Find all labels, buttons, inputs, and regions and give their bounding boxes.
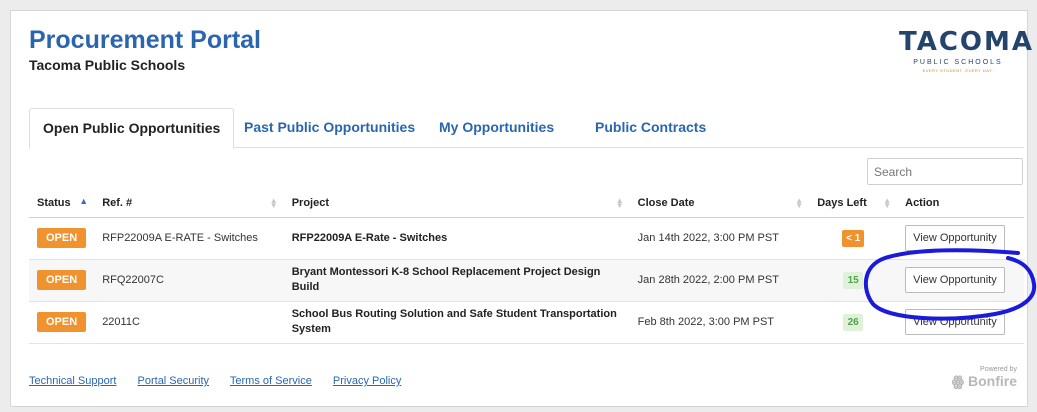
days-left-badge: < 1 xyxy=(842,229,865,247)
powered-by: Powered by ꙮ Bonfire xyxy=(952,366,1017,390)
footer-links: Technical Support Portal Security Terms … xyxy=(29,375,419,387)
page-subtitle: Tacoma Public Schools xyxy=(29,57,186,73)
days-left-badge: 26 xyxy=(843,313,864,331)
sort-icon: ▲ ▼ xyxy=(883,196,892,210)
bonfire-logo: ꙮ Bonfire xyxy=(951,373,1017,389)
project-name: RFP22009A E-Rate - Switches xyxy=(291,231,448,244)
close-date-cell: Jan 14th 2022, 3:00 PM PST xyxy=(629,217,810,260)
logo-subtitle: PUBLIC SCHOOLS xyxy=(913,59,1003,66)
tab-public-contracts[interactable]: Public Contracts xyxy=(582,108,719,149)
sort-icon: ▲ ▼ xyxy=(269,196,278,210)
powered-by-label: Powered by xyxy=(980,366,1017,373)
status-badge: OPEN xyxy=(37,228,87,248)
opportunities-table: Status ▲ Ref. # ▲ ▼ Project ▲ ▼ Close Date ▲ ▼ … xyxy=(29,190,1024,344)
view-opportunity-button[interactable]: View Opportunity xyxy=(905,267,1005,293)
logo-tagline: EVERY STUDENT. EVERY DAY. xyxy=(922,68,994,73)
column-header-days-left[interactable]: Days Left ▲ ▼ xyxy=(809,190,898,218)
technical-support-link[interactable]: Technical Support xyxy=(29,375,116,387)
close-date-cell: Jan 28th 2022, 2:00 PM PST xyxy=(629,259,810,302)
table-row: OPEN RFP22009A E-RATE - Switches RFP2200… xyxy=(29,217,1024,260)
table-row: OPEN RFQ22007C Bryant Montessori K-8 Sch… xyxy=(29,259,1024,302)
tab-bar: Open Public Opportunities Past Public Op… xyxy=(29,108,1024,149)
portal-security-link[interactable]: Portal Security xyxy=(138,375,210,387)
sort-icon: ▲ ▼ xyxy=(615,196,624,210)
table-row: OPEN 22011C School Bus Routing Solution … xyxy=(29,301,1024,344)
view-opportunity-button[interactable]: View Opportunity xyxy=(905,309,1005,335)
column-header-close-date[interactable]: Close Date ▲ ▼ xyxy=(629,190,810,218)
close-date-cell: Feb 8th 2022, 3:00 PM PST xyxy=(629,301,810,344)
table-header-row: Status ▲ Ref. # ▲ ▼ Project ▲ ▼ Close Date ▲ ▼ … xyxy=(29,190,1024,218)
status-badge: OPEN xyxy=(37,312,87,332)
ref-cell: RFP22009A E-RATE - Switches xyxy=(94,217,284,260)
tacoma-logo: TACOMA PUBLIC SCHOOLS EVERY STUDENT. EVE… xyxy=(899,27,1035,73)
sort-asc-icon: ▲ xyxy=(79,196,89,206)
column-header-ref[interactable]: Ref. # ▲ ▼ xyxy=(94,190,284,218)
tab-my-opportunities[interactable]: My Opportunities xyxy=(426,108,567,149)
page-title: Procurement Portal xyxy=(29,26,262,54)
days-left-badge: 15 xyxy=(843,271,864,289)
project-name: Bryant Montessori K-8 School Replacement… xyxy=(291,266,601,293)
status-badge: OPEN xyxy=(37,270,87,290)
column-header-action: Action xyxy=(897,190,1024,218)
privacy-policy-link[interactable]: Privacy Policy xyxy=(333,375,401,387)
tab-open-public-opportunities[interactable]: Open Public Opportunities xyxy=(29,108,235,149)
column-header-project[interactable]: Project ▲ ▼ xyxy=(283,190,630,218)
search-input[interactable] xyxy=(867,158,1023,185)
column-header-status[interactable]: Status ▲ xyxy=(29,190,95,218)
portal-card: Procurement Portal Tacoma Public Schools… xyxy=(10,10,1035,407)
ref-cell: 22011C xyxy=(94,301,284,344)
view-opportunity-button[interactable]: View Opportunity xyxy=(905,225,1005,251)
terms-of-service-link[interactable]: Terms of Service xyxy=(230,375,312,387)
project-name: School Bus Routing Solution and Safe Stu… xyxy=(291,308,617,335)
bonfire-icon: ꙮ xyxy=(951,373,965,389)
ref-cell: RFQ22007C xyxy=(94,259,284,302)
logo-wordmark: TACOMA xyxy=(899,27,1035,57)
sort-icon: ▲ ▼ xyxy=(795,196,804,210)
tab-past-public-opportunities[interactable]: Past Public Opportunities xyxy=(231,108,428,149)
